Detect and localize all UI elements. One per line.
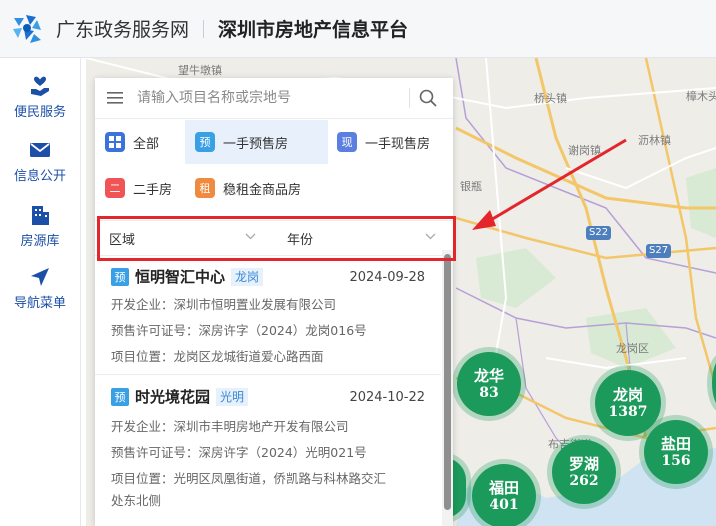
search-button[interactable] [410, 78, 446, 118]
map-place-label: 望牛墩镇 [178, 64, 222, 77]
project-permit: 预售许可证号：深房许字（2024）光明021号 [111, 445, 367, 460]
menu-icon[interactable] [107, 91, 123, 105]
gov-service-name[interactable]: 广东政务服务网 [56, 15, 189, 42]
category-label: 一手现售房 [365, 136, 431, 152]
search-icon [419, 89, 437, 107]
cluster-name: 盐田 [660, 434, 691, 453]
navigation-arrow-icon [31, 268, 49, 286]
year-filter-label: 年份 [287, 232, 314, 248]
grid-icon [105, 132, 125, 152]
map-place-label: 龙岗区 [616, 342, 649, 355]
top-header: 广东政务服务网 深圳市房地产信息平台 [0, 0, 716, 58]
guangdong-gov-logo-icon[interactable] [10, 12, 44, 46]
nav-label-navigation-menu: 导航菜单 [13, 296, 66, 311]
category-all[interactable]: 全部 [95, 120, 183, 164]
project-card[interactable]: 预 恒明智汇中心 龙岗 2024-09-28 开发企业：深圳市恒明置业发展有限公… [95, 256, 441, 375]
presale-badge: 预 [111, 267, 129, 286]
cluster-count: 83 [479, 384, 499, 401]
project-results-list: 预 恒明智汇中心 龙岗 2024-09-28 开发企业：深圳市恒明置业发展有限公… [95, 256, 441, 526]
year-filter-dropdown[interactable]: 年份 [287, 221, 439, 255]
filter-row: 区域 年份 [95, 220, 453, 256]
nav-item-navigation-menu[interactable]: 导航菜单 [0, 265, 80, 311]
category-label: 二手房 [133, 182, 173, 198]
chevron-down-icon [245, 233, 256, 240]
district-tag: 龙岗 [231, 267, 264, 286]
nav-item-housing-database[interactable]: 房源库 [0, 203, 80, 249]
project-card-header: 预 时光境花园 光明 [111, 386, 249, 407]
project-card[interactable]: 预 时光境花园 光明 2024-10-22 开发企业：深圳市丰明房地产开发有限公… [95, 376, 441, 526]
project-date: 2024-10-22 [349, 390, 425, 405]
cluster-name: 龙华 [473, 366, 504, 385]
district-tag: 光明 [216, 387, 249, 406]
project-card-header: 预 恒明智汇中心 龙岗 [111, 266, 264, 287]
map-cluster-yantian[interactable]: 盐田 156 [644, 420, 708, 484]
side-navigation: 便民服务 信息公开 房源库 导航菜单 [0, 58, 81, 526]
mail-icon [30, 143, 50, 157]
scrollbar-thumb[interactable] [444, 254, 451, 510]
map-cluster-futian[interactable]: 福田 401 [472, 464, 536, 526]
map-cluster-longgang[interactable]: 龙岗 1387 [595, 370, 661, 436]
cluster-name: 罗湖 [568, 454, 599, 473]
category-second-hand[interactable]: 二 二手房 [95, 166, 183, 210]
road-shield-s27: S27 [646, 244, 672, 258]
spot-sale-badge: 现 [337, 132, 357, 152]
map-cluster-longhua[interactable]: 龙华 83 [457, 352, 521, 416]
search-bar [95, 78, 453, 119]
project-title[interactable]: 时光境花园 [135, 386, 210, 407]
project-location: 项目位置：光明区凤凰街道，侨凯路与科林路交汇 [111, 471, 387, 486]
chevron-down-icon [425, 233, 436, 240]
nav-item-information-disclosure[interactable]: 信息公开 [0, 138, 80, 184]
category-new-spot-sale[interactable]: 现 一手现售房 [327, 120, 453, 164]
results-scrollbar[interactable] [442, 250, 453, 526]
heart-hand-icon [31, 76, 49, 96]
project-search-input[interactable] [135, 82, 409, 114]
platform-title: 深圳市房地产信息平台 [218, 19, 409, 41]
building-icon [32, 206, 49, 225]
search-panel: 全部 预 一手预售房 现 一手现售房 二 二手房 租 稳租金商品房 区域 年份 [95, 78, 453, 526]
category-stable-rent[interactable]: 租 稳租金商品房 [185, 166, 335, 210]
cluster-count: 156 [661, 452, 691, 469]
cluster-name: 龙岗 [612, 385, 643, 404]
nav-label-convenience-services: 便民服务 [13, 105, 66, 120]
category-label: 全部 [133, 136, 160, 152]
project-location: 项目位置：龙岗区龙城街道爱心路西面 [111, 349, 324, 364]
project-developer: 开发企业：深圳市恒明置业发展有限公司 [111, 297, 337, 312]
project-location-continued: 处东北侧 [111, 493, 162, 508]
project-date: 2024-09-28 [349, 270, 425, 285]
district-filter-label: 区域 [109, 232, 136, 248]
presale-badge: 预 [111, 387, 129, 406]
rent-badge: 租 [195, 178, 215, 198]
nav-label-housing-database: 房源库 [20, 234, 60, 249]
presale-badge: 预 [195, 132, 215, 152]
cluster-count: 1387 [608, 403, 648, 420]
category-label: 稳租金商品房 [223, 182, 302, 198]
road-shield-s22: S22 [586, 226, 612, 240]
cluster-count: 401 [489, 496, 519, 513]
cluster-count: 262 [569, 472, 599, 489]
header-divider [203, 19, 205, 38]
category-new-presale[interactable]: 预 一手预售房 [185, 120, 328, 164]
map-place-label: 银瓶 [460, 180, 482, 193]
second-hand-badge: 二 [105, 178, 125, 198]
map-place-label: 桥头镇 [534, 92, 567, 105]
nav-label-information-disclosure: 信息公开 [13, 169, 66, 184]
project-developer: 开发企业：深圳市丰明房地产开发有限公司 [111, 419, 349, 434]
project-title[interactable]: 恒明智汇中心 [135, 266, 225, 287]
category-label: 一手预售房 [223, 136, 289, 152]
district-filter-dropdown[interactable]: 区域 [109, 221, 259, 255]
map-cluster-luohu[interactable]: 罗湖 262 [552, 440, 616, 504]
map-place-label: 沥林镇 [638, 134, 671, 147]
project-permit: 预售许可证号：深房许字（2024）龙岗016号 [111, 323, 367, 338]
map-place-label: 谢岗镇 [568, 144, 601, 157]
map-place-label: 樟木头镇 [686, 90, 716, 103]
nav-item-convenience-services[interactable]: 便民服务 [0, 74, 80, 120]
cluster-name: 福田 [488, 478, 519, 497]
